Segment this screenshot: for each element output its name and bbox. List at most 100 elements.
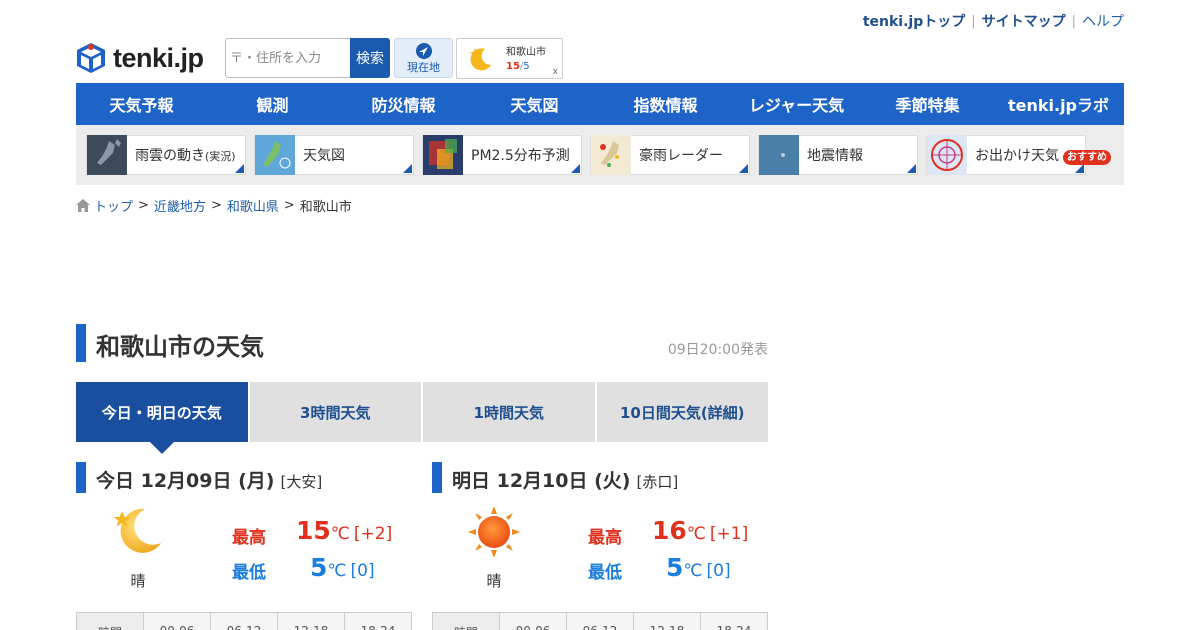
day-date: 明日 12月10日 (火) [赤口] (452, 470, 679, 492)
breadcrumb-kinki[interactable]: 近畿地方 (154, 196, 206, 215)
quick-label: 天気図 (303, 148, 345, 164)
earthquake-map-thumb (759, 135, 799, 175)
page-title: 和歌山市の天気 (96, 333, 264, 361)
nav-lab[interactable]: tenki.jpラボ (993, 83, 1124, 125)
corner-arrow-icon (739, 164, 748, 173)
nav-weather-map[interactable]: 天気図 (469, 83, 600, 125)
low-temp: 5℃ [0] (666, 553, 731, 582)
moon-star-icon (470, 48, 491, 71)
rain-cloud-map-thumb (87, 135, 127, 175)
quick-label: 地震情報 (807, 148, 863, 164)
tab-today-tomorrow[interactable]: 今日・明日の天気 (76, 382, 248, 454)
tomorrow-forecast: 明日 12月10日 (火) [赤口] 晴 最高 最低 16℃ [+1] 5℃ [0] … (432, 462, 768, 630)
nav-observation[interactable]: 観測 (207, 83, 338, 125)
mini-weather-low: 5 (523, 61, 530, 72)
logo-text: tenki.jp (113, 42, 204, 73)
weather-map-thumb (255, 135, 295, 175)
corner-arrow-icon (235, 164, 244, 173)
link-sitemap[interactable]: サイトマップ (982, 11, 1066, 31)
table-header-cell: 時間 (77, 613, 144, 630)
link-help[interactable]: ヘルプ (1082, 11, 1124, 31)
nav-forecast[interactable]: 天気予報 (76, 83, 207, 125)
table-header-cell: 06-12 (211, 613, 278, 630)
corner-arrow-icon (403, 164, 412, 173)
mini-weather-high: 15 (506, 61, 520, 72)
table-header-cell: 時間 (433, 613, 500, 630)
corner-arrow-icon (907, 164, 916, 173)
quick-rain-cloud[interactable]: 雨雲の動き(実況) (86, 135, 246, 175)
nav-season[interactable]: 季節特集 (862, 83, 993, 125)
precip-table-header: 時間 00-06 06-12 12-18 18-24 (432, 612, 768, 630)
link-separator: | (971, 13, 976, 29)
table-header-cell: 12-18 (278, 613, 345, 630)
quick-pm25[interactable]: PM2.5分布予測 (422, 135, 582, 175)
today-forecast: 今日 12月09日 (月) [大安] 晴 最高 最低 15℃ [+2] 5℃ [0] … (76, 462, 412, 630)
quick-earthquake[interactable]: 地震情報 (758, 135, 918, 175)
table-header-cell: 00-06 (500, 613, 567, 630)
breadcrumb-separator: > (210, 198, 222, 213)
search-button[interactable]: 検索 (350, 38, 390, 78)
heavy-rain-map-thumb (591, 135, 631, 175)
mini-weather-close[interactable]: x (553, 67, 558, 77)
low-temp: 5℃ [0] (310, 553, 375, 582)
table-header-cell: 18-24 (345, 613, 411, 630)
tab-3hour[interactable]: 3時間天気 (249, 382, 421, 442)
link-separator: | (1071, 13, 1076, 29)
table-header-cell: 18-24 (701, 613, 767, 630)
rokuyo: [赤口] (636, 473, 679, 491)
nav-index[interactable]: 指数情報 (600, 83, 731, 125)
recommend-badge: おすすめ (1063, 150, 1111, 165)
weather-label: 晴 (486, 572, 502, 590)
breadcrumb-separator: > (283, 198, 295, 213)
breadcrumb-wakayama-pref[interactable]: 和歌山県 (227, 196, 279, 215)
home-icon (76, 199, 90, 212)
corner-arrow-icon (1075, 164, 1084, 173)
low-label: 最低 (232, 563, 266, 583)
day-header: 明日 12月10日 (火) [赤口] (432, 462, 768, 493)
current-location-button[interactable]: 現在地 (394, 38, 453, 78)
published-time: 09日20:00発表 (667, 342, 768, 358)
quick-links: 雨雲の動き(実況) 天気図 PM2.5分布予測 豪雨レーダー 地震情報 お出かけ… (76, 125, 1124, 185)
search-input[interactable] (225, 38, 350, 78)
global-nav: 天気予報 観測 防災情報 天気図 指数情報 レジャー天気 季節特集 tenki.… (76, 83, 1124, 125)
corner-arrow-icon (571, 164, 580, 173)
breadcrumb-top[interactable]: トップ (94, 196, 133, 215)
title-accent-bar (76, 324, 86, 362)
ferris-wheel-thumb (927, 135, 967, 175)
site-logo[interactable]: tenki.jp (76, 42, 204, 74)
day-header: 今日 12月09日 (月) [大安] (76, 462, 412, 493)
clear-night-icon (113, 508, 161, 553)
quick-label: 豪雨レーダー (639, 148, 723, 164)
quick-heavy-rain[interactable]: 豪雨レーダー (590, 135, 750, 175)
mini-weather-widget[interactable]: 和歌山市 15/5 x (456, 38, 563, 79)
header-links: tenki.jpトップ | サイトマップ | ヘルプ (863, 11, 1124, 31)
tab-10day[interactable]: 10日間天気(詳細) (596, 382, 768, 442)
current-location-label: 現在地 (407, 61, 440, 74)
location-arrow-icon (416, 43, 432, 59)
breadcrumb: トップ > 近畿地方 > 和歌山県 > 和歌山市 (76, 196, 352, 215)
tab-1hour[interactable]: 1時間天気 (423, 382, 595, 442)
search-box: 検索 (225, 38, 390, 78)
day-date: 今日 12月09日 (月) [大安] (96, 470, 323, 492)
breadcrumb-current: 和歌山市 (299, 200, 352, 215)
high-label: 最高 (232, 528, 266, 548)
logo-cube-icon (77, 43, 105, 73)
low-label: 最低 (588, 563, 622, 583)
rokuyo: [大安] (280, 473, 323, 491)
nav-leisure[interactable]: レジャー天気 (731, 83, 862, 125)
mini-weather-temps: 15/5 (506, 61, 530, 72)
link-tenki-top[interactable]: tenki.jpトップ (863, 11, 965, 31)
weather-label: 晴 (130, 572, 146, 590)
page-title-bar: 和歌山市の天気 09日20:00発表 (76, 324, 768, 362)
quick-label: 雨雲の動き(実況) (135, 148, 236, 164)
sunny-icon (468, 506, 520, 558)
day-accent-bar (76, 462, 86, 493)
table-header-cell: 00-06 (144, 613, 211, 630)
table-header-cell: 06-12 (567, 613, 634, 630)
mini-weather-city: 和歌山市 (506, 47, 546, 58)
quick-outing[interactable]: お出かけ天気 おすすめ (926, 135, 1111, 175)
high-temp: 15℃ [+2] (296, 516, 393, 545)
pm25-map-thumb (423, 135, 463, 175)
quick-weather-map[interactable]: 天気図 (254, 135, 414, 175)
nav-disaster[interactable]: 防災情報 (338, 83, 469, 125)
